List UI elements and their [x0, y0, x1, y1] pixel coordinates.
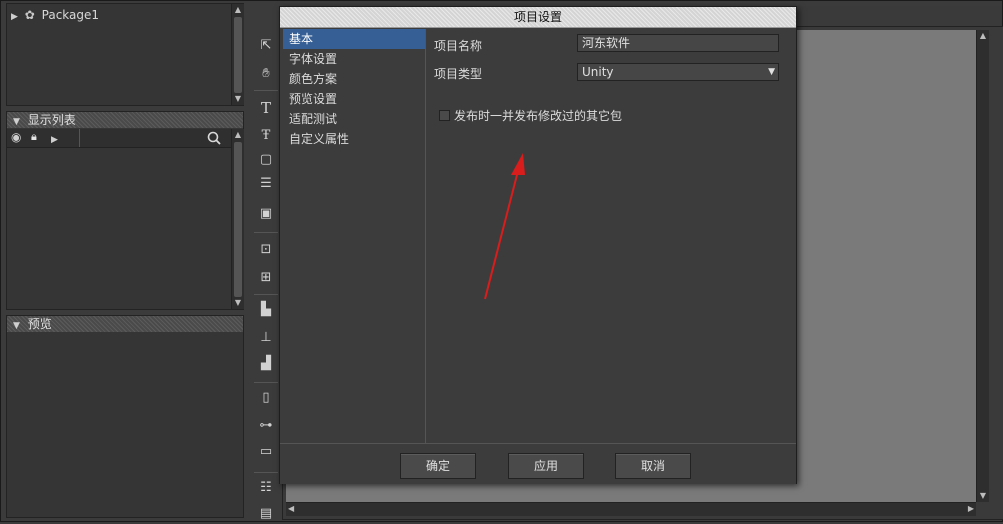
scroll-down-icon[interactable]: ▼ [232, 298, 244, 308]
scroll-left-icon[interactable]: ◀ [288, 504, 294, 513]
ok-button[interactable]: 确定 [400, 453, 476, 479]
list-icon[interactable]: ☰ [254, 174, 278, 194]
align-center-icon[interactable]: ⊥ [254, 328, 278, 348]
scroll-up-icon[interactable]: ▲ [232, 5, 244, 15]
shape-icon[interactable]: ▢ [254, 150, 278, 170]
image-icon[interactable]: ⊡ [254, 240, 278, 260]
collapse-arrow-icon[interactable]: ▼ [13, 117, 20, 127]
nav-item-color-scheme[interactable]: 颜色方案 [283, 69, 425, 89]
nav-item-adaptation-test[interactable]: 适配测试 [283, 109, 425, 129]
nav-item-basic[interactable]: 基本 [283, 29, 425, 49]
display-list-scrollbar[interactable]: ▲ ▼ [231, 129, 244, 309]
align-left-icon[interactable]: ▙ [254, 300, 278, 320]
scroll-down-icon[interactable]: ▼ [977, 491, 989, 501]
scroll-thumb[interactable] [234, 17, 242, 93]
display-list-title: 显示列表 [27, 113, 76, 127]
play-icon[interactable]: ▶ [51, 131, 58, 145]
toolbar-separator [254, 294, 278, 295]
scroll-right-icon[interactable]: ▶ [968, 504, 974, 513]
toolbar-separator [254, 232, 278, 233]
more-icon[interactable]: ▤ [254, 504, 278, 524]
distribute-center-icon[interactable]: ⊶ [254, 416, 278, 436]
settings-nav: 基本 字体设置 颜色方案 预览设置 适配测试 自定义属性 [283, 29, 426, 445]
preview-panel: ▼ 预览 [6, 315, 244, 518]
project-type-select[interactable]: Unity ▼ [577, 63, 779, 81]
expand-arrow-icon[interactable]: ▶ [11, 12, 18, 22]
project-settings-dialog: 项目设置 基本 字体设置 颜色方案 预览设置 适配测试 自定义属性 项目名称 河… [279, 6, 797, 484]
preview-header[interactable]: ▼ 预览 [7, 316, 243, 332]
nav-item-font[interactable]: 字体设置 [283, 49, 425, 69]
package-name: Package1 [41, 8, 100, 22]
canvas-vertical-scrollbar[interactable]: ▲ ▼ [976, 30, 989, 502]
scroll-up-icon[interactable]: ▲ [977, 31, 989, 41]
cancel-button[interactable]: 取消 [615, 453, 691, 479]
distribute-h-icon[interactable]: ▯ [254, 388, 278, 408]
project-type-label: 项目类型 [434, 67, 483, 81]
rich-text-icon[interactable]: Ŧ [254, 126, 278, 146]
annotation-arrow [484, 153, 525, 300]
toolbar-divider [79, 129, 80, 147]
package-tree-panel: ▶ ✿ Package1 ▲ ▼ [6, 3, 244, 106]
chevron-down-icon: ▼ [768, 67, 775, 77]
project-type-value: Unity [582, 65, 614, 79]
toolbar-separator [254, 90, 278, 91]
package-tree-scrollbar[interactable]: ▲ ▼ [231, 4, 244, 105]
tool-palette: ⇱ ✋︎ T Ŧ ▢ ☰ ▣ ⊡ ⊞ ▙ ⊥ ▟ ▯ ⊶ ▭ ☷ ▤ [254, 32, 278, 522]
dialog-footer: 确定 应用 取消 [280, 443, 796, 484]
toolbar-separator [254, 472, 278, 473]
package-tree-item[interactable]: ▶ ✿ Package1 [11, 7, 99, 23]
nav-item-custom-properties[interactable]: 自定义属性 [283, 129, 425, 149]
display-list-toolbar: ◉ 🔒︎ ▶ [7, 129, 231, 148]
publish-other-packages-label: 发布时一并发布修改过的其它包 [454, 109, 623, 123]
pointer-icon[interactable]: ⇱ [254, 36, 278, 56]
lock-icon[interactable]: 🔒︎ [31, 130, 37, 144]
package-icon: ✿ [24, 8, 35, 22]
eye-icon[interactable]: ◉ [11, 130, 21, 144]
scroll-up-icon[interactable]: ▲ [232, 130, 244, 140]
resize-icon[interactable]: ⊞ [254, 268, 278, 288]
dialog-title[interactable]: 项目设置 [280, 7, 796, 28]
text-icon[interactable]: T [254, 98, 278, 118]
display-list-header[interactable]: ▼ 显示列表 [7, 112, 243, 128]
apply-button[interactable]: 应用 [508, 453, 584, 479]
align-bottom-icon[interactable]: ▟ [254, 354, 278, 374]
canvas-horizontal-scrollbar[interactable]: ◀ ▶ [286, 502, 976, 516]
hand-icon[interactable]: ✋︎ [254, 64, 278, 84]
publish-other-packages-checkbox[interactable] [439, 110, 450, 121]
project-name-label: 项目名称 [434, 39, 483, 53]
layout-icon[interactable]: ☷ [254, 478, 278, 498]
component-icon[interactable]: ▣ [254, 204, 278, 224]
project-name-input[interactable]: 河东软件 [577, 34, 779, 52]
nav-item-preview[interactable]: 预览设置 [283, 89, 425, 109]
collapse-arrow-icon[interactable]: ▼ [13, 321, 20, 331]
scroll-thumb[interactable] [234, 142, 242, 297]
scroll-down-icon[interactable]: ▼ [232, 94, 244, 104]
toolbar-separator [254, 382, 278, 383]
preview-title: 预览 [27, 317, 52, 331]
distribute-bottom-icon[interactable]: ▭ [254, 442, 278, 462]
search-icon[interactable] [207, 131, 221, 145]
display-list-panel: ▼ 显示列表 ◉ 🔒︎ ▶ ▲ ▼ [6, 111, 244, 310]
